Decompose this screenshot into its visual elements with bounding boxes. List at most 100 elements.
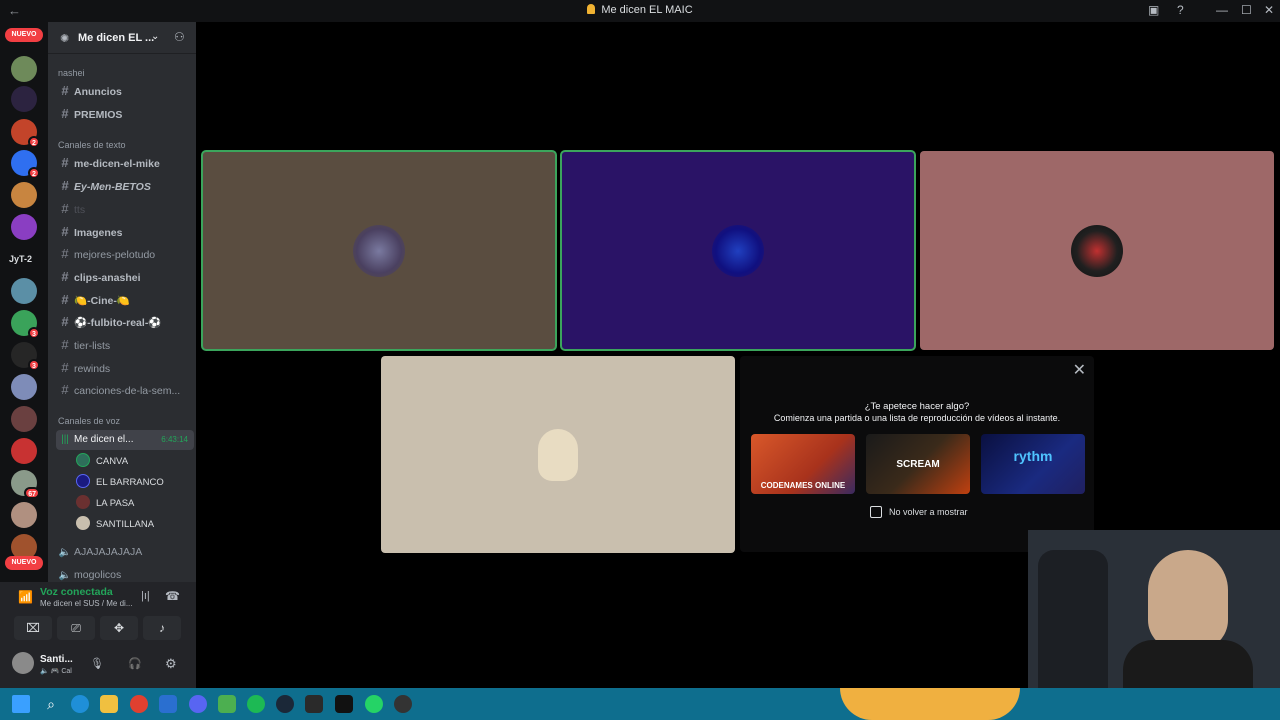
voice-member[interactable]: SANTILLANA — [76, 516, 154, 534]
server-icon[interactable] — [11, 182, 37, 208]
channel-label: rewinds — [74, 363, 111, 375]
channel-label: tts — [74, 204, 86, 216]
voice-channel[interactable]: 🔈 mogolicos — [56, 565, 194, 582]
server-icon[interactable] — [11, 438, 37, 464]
channel-clips[interactable]: # clips-anashei — [56, 267, 194, 287]
mention-badge: 67 — [24, 487, 40, 499]
epic-games-icon[interactable] — [305, 695, 323, 713]
gear-icon[interactable]: ⚙ — [165, 656, 177, 672]
server-icon[interactable] — [11, 86, 37, 112]
voice-member[interactable]: EL BARRANCO — [76, 474, 164, 492]
voice-member[interactable]: LA PASA — [76, 495, 134, 513]
member-name: EL BARRANCO — [96, 477, 164, 488]
person-shape — [1148, 550, 1228, 650]
user-name[interactable]: Santi... — [40, 654, 73, 665]
channel-label: mogolicos — [74, 569, 122, 581]
user-status: 🔈 🎮 Cal — [40, 668, 72, 675]
hash-icon: # — [61, 106, 69, 121]
video-tile[interactable] — [920, 151, 1274, 350]
soundboard-icon[interactable]: ♪ — [143, 616, 181, 640]
channel-tier-lists[interactable]: # tier-lists — [56, 335, 194, 355]
channel-rewinds[interactable]: # rewinds — [56, 358, 194, 378]
maximize-icon[interactable]: ☐ — [1241, 3, 1252, 17]
channel-mejores[interactable]: # mejores-pelotudo — [56, 244, 194, 264]
channel-fulbito[interactable]: # ⚽-fulbito-real-⚽ — [56, 312, 194, 332]
close-window-icon[interactable]: ✕ — [1264, 3, 1274, 17]
noise-suppression-icon[interactable]: |ı| — [141, 590, 150, 602]
video-tile[interactable] — [381, 356, 735, 553]
server-icon[interactable] — [11, 278, 37, 304]
server-icon[interactable]: 3 — [11, 310, 40, 339]
obs-icon[interactable] — [394, 695, 412, 713]
server-icon[interactable] — [11, 56, 37, 82]
activity-card-rythm[interactable]: rythm — [981, 434, 1085, 494]
search-icon[interactable]: ⌕ — [42, 695, 60, 713]
inbox-icon[interactable]: ▣ — [1148, 3, 1159, 17]
store-icon[interactable] — [159, 695, 177, 713]
new-badge: NUEVO — [5, 556, 43, 570]
server-icon[interactable]: 3 — [11, 342, 40, 371]
server-icon[interactable]: 2 — [11, 119, 40, 148]
close-icon[interactable]: ✕ — [1073, 360, 1086, 380]
whatsapp-icon[interactable] — [365, 695, 383, 713]
video-tile[interactable] — [201, 150, 557, 351]
server-icon[interactable] — [11, 374, 37, 400]
channel-canciones[interactable]: # canciones-de-la-sem... — [56, 380, 194, 400]
chrome-icon[interactable] — [130, 695, 148, 713]
minecraft-icon[interactable] — [218, 695, 236, 713]
server-icon[interactable] — [11, 406, 37, 432]
member-name: CANVA — [96, 456, 129, 467]
channel-premios[interactable]: # PREMIOS — [56, 104, 194, 124]
category-nashei[interactable]: nashei — [58, 68, 85, 78]
activity-card-scream[interactable]: SCREAM — [866, 434, 970, 494]
card-label: rythm — [1013, 448, 1053, 464]
channel-me-dicen-el-mike[interactable]: # me-dicen-el-mike — [56, 153, 194, 173]
voice-location[interactable]: Me dicen el SUS / Me di... — [40, 599, 132, 608]
voice-channel-label: Me dicen el... — [74, 434, 134, 445]
server-icon[interactable]: 67 — [11, 470, 40, 499]
activity-card-codenames[interactable]: CODENAMES ONLINE — [751, 434, 855, 494]
camera-off-icon[interactable]: ⌧ — [14, 616, 52, 640]
minimize-icon[interactable]: — — [1216, 3, 1228, 17]
channel-tts[interactable]: # tts — [56, 199, 194, 219]
server-icon[interactable] — [11, 502, 37, 528]
dont-show-label[interactable]: No volver a mostrar — [889, 507, 968, 517]
voice-channel-active[interactable]: ||| Me dicen el... 6:43:14 — [56, 430, 194, 450]
avatar[interactable] — [12, 652, 34, 674]
dont-show-checkbox[interactable] — [870, 506, 882, 518]
capcut-icon[interactable] — [335, 695, 353, 713]
category-text[interactable]: Canales de texto — [58, 140, 126, 150]
voice-timer: 6:43:14 — [161, 435, 188, 444]
disconnect-icon[interactable]: ☎ — [165, 589, 180, 603]
discord-icon[interactable] — [189, 695, 207, 713]
edge-icon[interactable] — [71, 695, 89, 713]
channel-anuncios[interactable]: # Anuncios — [56, 81, 194, 101]
hash-icon: # — [61, 337, 69, 352]
activity-description: Comienza una partida o una lista de repr… — [773, 413, 1061, 423]
spotify-icon[interactable] — [247, 695, 265, 713]
steam-icon[interactable] — [276, 695, 294, 713]
category-voice[interactable]: Canales de voz — [58, 416, 120, 426]
hash-icon: # — [61, 155, 69, 170]
windows-start-icon[interactable] — [12, 695, 30, 713]
hash-icon: # — [61, 292, 69, 307]
server-icon[interactable] — [11, 214, 37, 240]
folder-icon[interactable] — [100, 695, 118, 713]
screen-share-icon[interactable]: ⎚ — [57, 616, 95, 640]
server-label[interactable]: JyT-2 — [9, 254, 32, 264]
voice-status[interactable]: Voz conectada — [40, 586, 113, 598]
voice-member[interactable]: CANVA — [76, 453, 128, 471]
voice-channel[interactable]: 🔈 AJAJAJAJAJA — [56, 542, 194, 562]
channel-imagenes[interactable]: # Imagenes — [56, 222, 194, 242]
add-member-icon[interactable]: ⚇ — [174, 30, 185, 44]
activities-icon[interactable]: ✥ — [100, 616, 138, 640]
channel-cine[interactable]: # 🍋-Cine-🍋 — [56, 290, 194, 310]
guild-header[interactable]: ✺ Me dicen EL ... ⌄ ⚇ — [48, 22, 196, 54]
help-icon[interactable]: ? — [1177, 3, 1184, 17]
card-label: SCREAM — [896, 459, 940, 470]
headphones-icon[interactable]: 🎧 — [128, 657, 142, 670]
video-tile[interactable] — [560, 150, 916, 351]
microphone-icon[interactable]: 🎙 — [90, 657, 104, 670]
server-icon[interactable]: 2 — [11, 150, 40, 179]
channel-ey-men[interactable]: # Ey-Men-BETOS — [56, 176, 194, 196]
